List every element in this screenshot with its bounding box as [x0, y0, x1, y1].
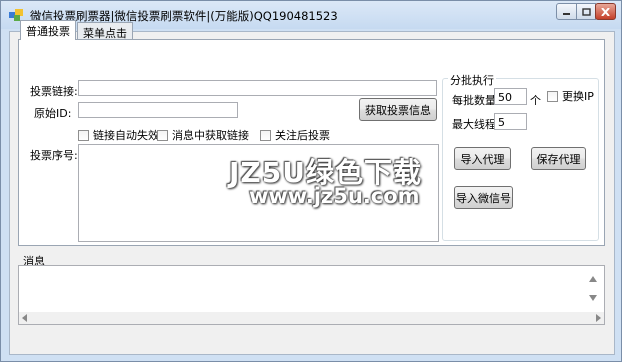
close-button[interactable] — [595, 3, 616, 20]
get-vote-info-button[interactable]: 获取投票信息 — [359, 98, 437, 121]
vote-link-input[interactable] — [78, 80, 437, 96]
batch-group-title: 分批执行 — [448, 72, 496, 88]
import-proxy-button[interactable]: 导入代理 — [454, 147, 511, 170]
tab-normal-vote[interactable]: 普通投票 — [20, 20, 76, 40]
scroll-down-icon[interactable] — [589, 295, 597, 301]
vote-serial-label: 投票序号: — [30, 149, 78, 162]
checkbox-get-link-in-msg-label: 消息中获取链接 — [172, 129, 249, 142]
import-wechat-button[interactable]: 导入微信号 — [454, 186, 513, 209]
batch-count-unit: 个 — [530, 94, 541, 107]
checkbox-box[interactable] — [78, 129, 89, 141]
app-window: 微信投票刷票器|微信投票刷票软件|(万能版)QQ190481523 普通投票 菜… — [0, 0, 622, 362]
checkbox-change-ip[interactable]: 更换IP — [547, 88, 594, 104]
checkbox-box[interactable] — [260, 129, 271, 141]
max-threads-label: 最大线程 — [452, 118, 496, 131]
save-proxy-button[interactable]: 保存代理 — [531, 147, 586, 170]
checkbox-vote-after-follow[interactable]: 关注后投票 — [260, 127, 330, 143]
checkbox-link-auto-fail-label: 链接自动失效 — [93, 129, 159, 142]
scroll-right-icon[interactable] — [595, 314, 601, 322]
minimize-icon — [563, 12, 570, 15]
batch-count-input[interactable]: 50 — [494, 88, 527, 105]
checkbox-vote-after-follow-label: 关注后投票 — [275, 129, 330, 142]
vote-link-label: 投票链接: — [30, 85, 78, 98]
horizontal-scrollbar[interactable] — [19, 312, 604, 324]
maximize-icon — [581, 7, 591, 16]
checkbox-get-link-in-msg[interactable]: 消息中获取链接 — [157, 127, 249, 143]
max-threads-input[interactable]: 5 — [494, 113, 527, 130]
checkbox-change-ip-label: 更换IP — [562, 90, 594, 103]
minimize-button[interactable] — [556, 3, 577, 20]
checkbox-box[interactable] — [157, 129, 168, 141]
checkbox-link-auto-fail[interactable]: 链接自动失效 — [78, 127, 159, 143]
watermark-line2: www.jz5u.com — [249, 184, 420, 208]
close-icon — [601, 7, 610, 16]
batch-count-label: 每批数量 — [452, 94, 496, 107]
scroll-up-icon[interactable] — [589, 276, 597, 282]
original-id-label: 原始ID: — [34, 107, 72, 120]
scroll-left-icon[interactable] — [22, 314, 28, 322]
original-id-input[interactable] — [78, 102, 238, 118]
tab-menu-click[interactable]: 菜单点击 — [77, 22, 133, 40]
maximize-button[interactable] — [576, 3, 596, 20]
checkbox-box[interactable] — [547, 90, 558, 102]
